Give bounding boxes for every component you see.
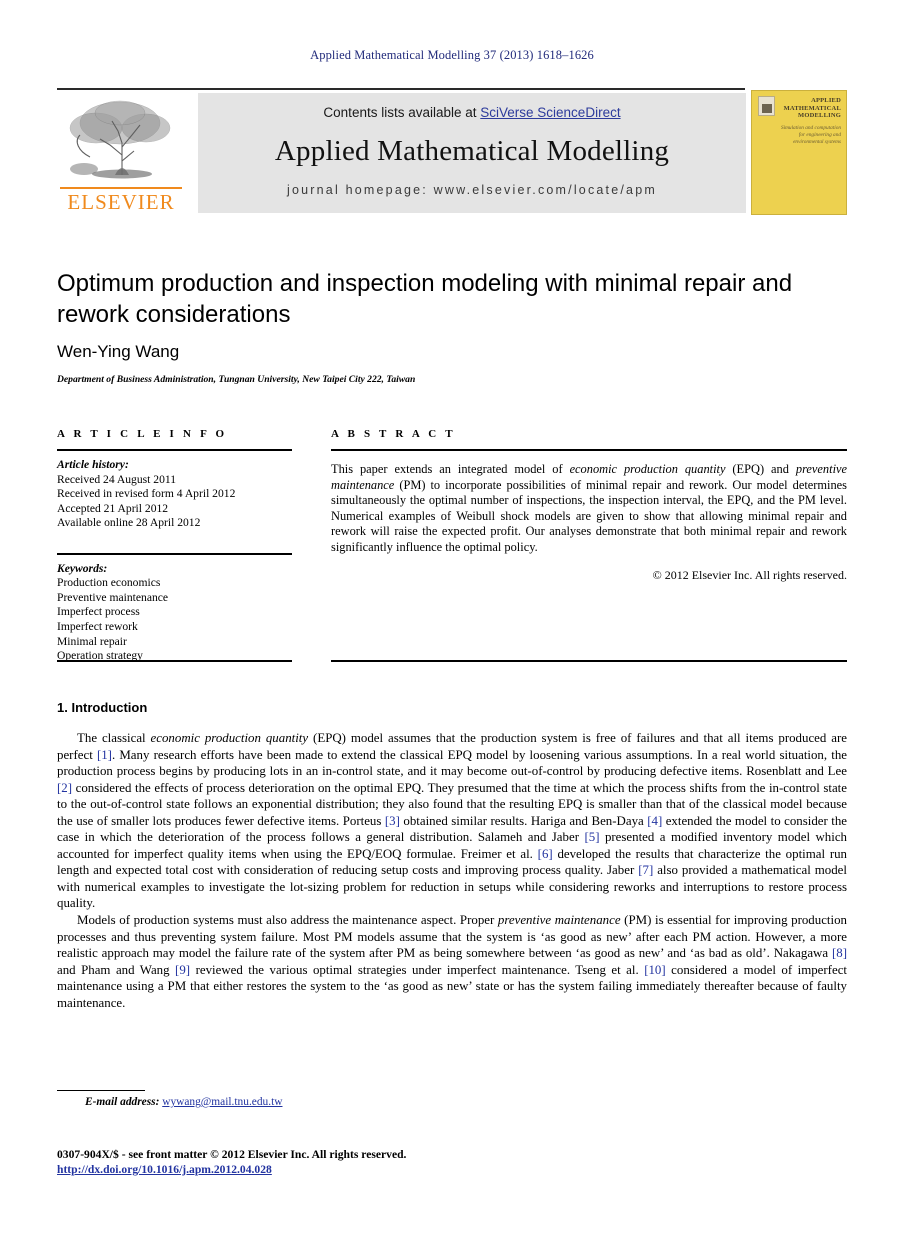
contents-prefix: Contents lists available at <box>323 105 481 120</box>
abstract-heading: A B S T R A C T <box>331 428 456 440</box>
abstract-column: A B S T R A C T This paper extends an in… <box>331 428 847 583</box>
sciencedirect-link[interactable]: SciVerse ScienceDirect <box>480 105 620 120</box>
abstract-rule <box>331 449 847 451</box>
author-affiliation: Department of Business Administration, T… <box>57 374 416 385</box>
running-head: Applied Mathematical Modelling 37 (2013)… <box>310 48 594 62</box>
keyword-item: Minimal repair <box>57 634 127 648</box>
doi-link[interactable]: http://dx.doi.org/10.1016/j.apm.2012.04.… <box>57 1163 272 1176</box>
paper-page: Applied Mathematical Modelling 37 (2013)… <box>0 0 907 1238</box>
keywords-divider <box>57 552 292 555</box>
abstract-copyright: © 2012 Elsevier Inc. All rights reserved… <box>652 567 847 582</box>
contents-available-line: Contents lists available at SciVerse Sci… <box>198 105 746 120</box>
footnote-divider <box>57 1090 145 1092</box>
keywords-block: Keywords: Production economics Preventiv… <box>57 562 292 664</box>
article-history-label: Article history: <box>57 458 129 471</box>
article-info-rule <box>57 449 292 451</box>
issn-front-matter: 0307-904X/$ - see front matter © 2012 El… <box>57 1148 407 1161</box>
keyword-item: Imperfect rework <box>57 619 138 633</box>
page-title: Optimum production and inspection modeli… <box>57 270 793 328</box>
cover-subtitle: Simulation and computation for engineeri… <box>780 125 841 146</box>
paragraph: Models of production systems must also a… <box>57 913 847 1010</box>
article-info-column: A R T I C L E I N F O Article history: R… <box>57 428 292 664</box>
email-label: E-mail address: <box>85 1096 160 1108</box>
section-heading-introduction: 1. Introduction <box>57 700 148 715</box>
elsevier-tree-icon <box>69 100 171 179</box>
paragraph: The classical economic production quanti… <box>57 731 848 911</box>
header-divider <box>57 88 745 90</box>
article-history-block: Article history: Received 24 August 2011… <box>57 458 292 531</box>
history-item: Accepted 21 April 2012 <box>57 501 169 515</box>
email-link[interactable]: wywang@mail.tnu.edu.tw <box>162 1096 282 1108</box>
info-bottom-rule <box>57 660 292 662</box>
author-name: Wen-Ying Wang <box>57 342 180 361</box>
abstract-bottom-rule <box>331 660 847 662</box>
history-item: Received 24 August 2011 <box>57 472 177 486</box>
imprint-block: 0307-904X/$ - see front matter © 2012 El… <box>57 1148 406 1177</box>
keyword-item: Imperfect process <box>57 605 140 619</box>
cover-title: APPLIED MATHEMATICAL MODELLING <box>783 97 841 120</box>
corresponding-email-line: E-mail address: wywang@mail.tnu.edu.tw <box>85 1096 282 1108</box>
journal-homepage[interactable]: journal homepage: www.elsevier.com/locat… <box>198 183 746 197</box>
abstract-text: This paper extends an integrated model o… <box>331 462 848 554</box>
history-item: Available online 28 April 2012 <box>57 516 201 530</box>
keywords-label: Keywords: <box>57 561 108 575</box>
history-item: Received in revised form 4 April 2012 <box>57 487 236 501</box>
cover-elsevier-logo-icon <box>758 96 775 116</box>
elsevier-wordmark: ELSEVIER <box>60 187 182 215</box>
elsevier-logo: ELSEVIER <box>60 95 182 215</box>
article-info-heading: A R T I C L E I N F O <box>57 428 228 440</box>
keyword-item: Preventive maintenance <box>57 590 169 604</box>
journal-masthead: Contents lists available at SciVerse Sci… <box>198 93 746 213</box>
keyword-item: Production economics <box>57 576 161 590</box>
journal-title: Applied Mathematical Modelling <box>274 135 670 167</box>
body-text: The classical economic production quanti… <box>57 730 847 1011</box>
journal-cover-thumbnail: APPLIED MATHEMATICAL MODELLING Simulatio… <box>751 90 847 215</box>
